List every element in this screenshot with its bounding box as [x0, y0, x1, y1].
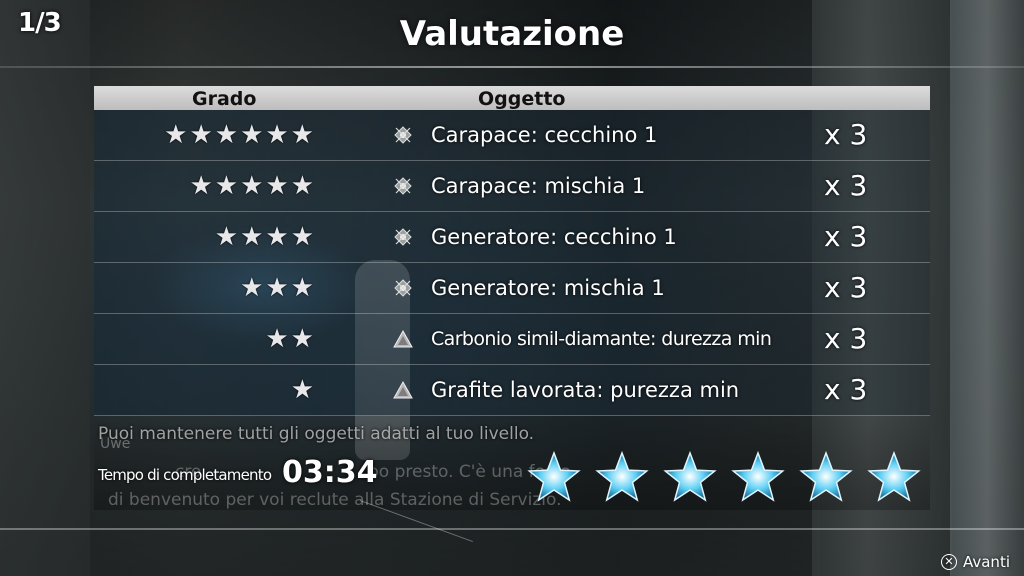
rating-star-shape [731, 450, 785, 502]
item-quantity: x 3 [824, 373, 868, 406]
item-quantity: x 3 [824, 169, 868, 202]
grade-stars: ★ [290, 375, 316, 405]
completion-rating [526, 450, 926, 510]
item-name: Generatore: mischia 1 [431, 276, 665, 300]
rating-star-icon [663, 450, 717, 502]
background-wall-right [950, 0, 1024, 576]
rating-star-shape [595, 450, 649, 502]
continue-label: Avanti [962, 553, 1010, 571]
grade-stars: ★★★ [240, 273, 316, 303]
chip-icon [394, 279, 412, 297]
column-header-item: Oggetto [478, 88, 566, 110]
item-quantity: x 3 [824, 271, 868, 304]
item-name: Carbonio simil-diamante: durezza min [431, 328, 772, 350]
rating-star-icon [799, 450, 853, 502]
chip-icon [394, 126, 412, 144]
rating-star-icon [731, 450, 785, 502]
grade-stars: ★★★★ [214, 222, 316, 252]
item-name: Generatore: cecchino 1 [431, 225, 677, 249]
footer-divider [0, 528, 1024, 530]
column-header-grade: Grado [192, 88, 257, 110]
item-name: Carapace: mischia 1 [431, 174, 646, 198]
item-name: Carapace: cecchino 1 [431, 123, 658, 147]
rating-star-shape [867, 450, 921, 502]
item-quantity: x 3 [824, 220, 868, 253]
page-title: Valutazione [399, 14, 625, 54]
header-divider [0, 66, 1024, 68]
completion-time-value: 03:34 [282, 455, 378, 490]
table-row[interactable]: ★★ Carbonio simil-diamante: durezza min … [94, 314, 930, 365]
table-row[interactable]: ★★★★★★ Carapace: cecchino 1 x 3 [94, 110, 930, 161]
table-header: Grado Oggetto [94, 86, 930, 110]
table-row[interactable]: ★ Grafite lavorata: purezza min x 3 [94, 365, 930, 416]
table-row[interactable]: ★★★★★ Carapace: mischia 1 x 3 [94, 161, 930, 212]
continue-prompt[interactable]: ✕ Avanti [940, 553, 1010, 571]
background-dialog-line-2: di benvenuto per voi reclute alla Stazio… [108, 490, 562, 510]
grade-stars: ★★ [265, 324, 316, 354]
table-row[interactable]: ★★★ Generatore: mischia 1 x 3 [94, 263, 930, 314]
item-quantity: x 3 [824, 322, 868, 355]
grade-stars: ★★★★★★ [164, 120, 316, 150]
item-name: Grafite lavorata: purezza min [431, 378, 740, 402]
rating-star-shape [527, 450, 581, 502]
rating-star-shape [663, 450, 717, 502]
chip-icon [394, 177, 412, 195]
item-quantity: x 3 [824, 118, 868, 151]
rewards-table: Grado Oggetto ★★★★★★ Carapace: cecchino … [94, 86, 930, 416]
chip-icon [394, 228, 412, 246]
rating-star-shape [799, 450, 853, 502]
completion-time-label: Tempo di completamento [98, 466, 272, 484]
cross-button-icon: ✕ [940, 554, 957, 570]
grade-stars: ★★★★★ [189, 171, 316, 201]
rating-star-icon [595, 450, 649, 502]
table-row[interactable]: ★★★★ Generatore: cecchino 1 x 3 [94, 212, 930, 263]
material-triangle-icon [393, 329, 413, 348]
material-triangle-icon [393, 380, 413, 399]
rating-star-icon [867, 450, 921, 502]
rating-star-icon [527, 450, 581, 502]
notice-text: Puoi mantenere tutti gli oggetti adatti … [98, 424, 535, 444]
